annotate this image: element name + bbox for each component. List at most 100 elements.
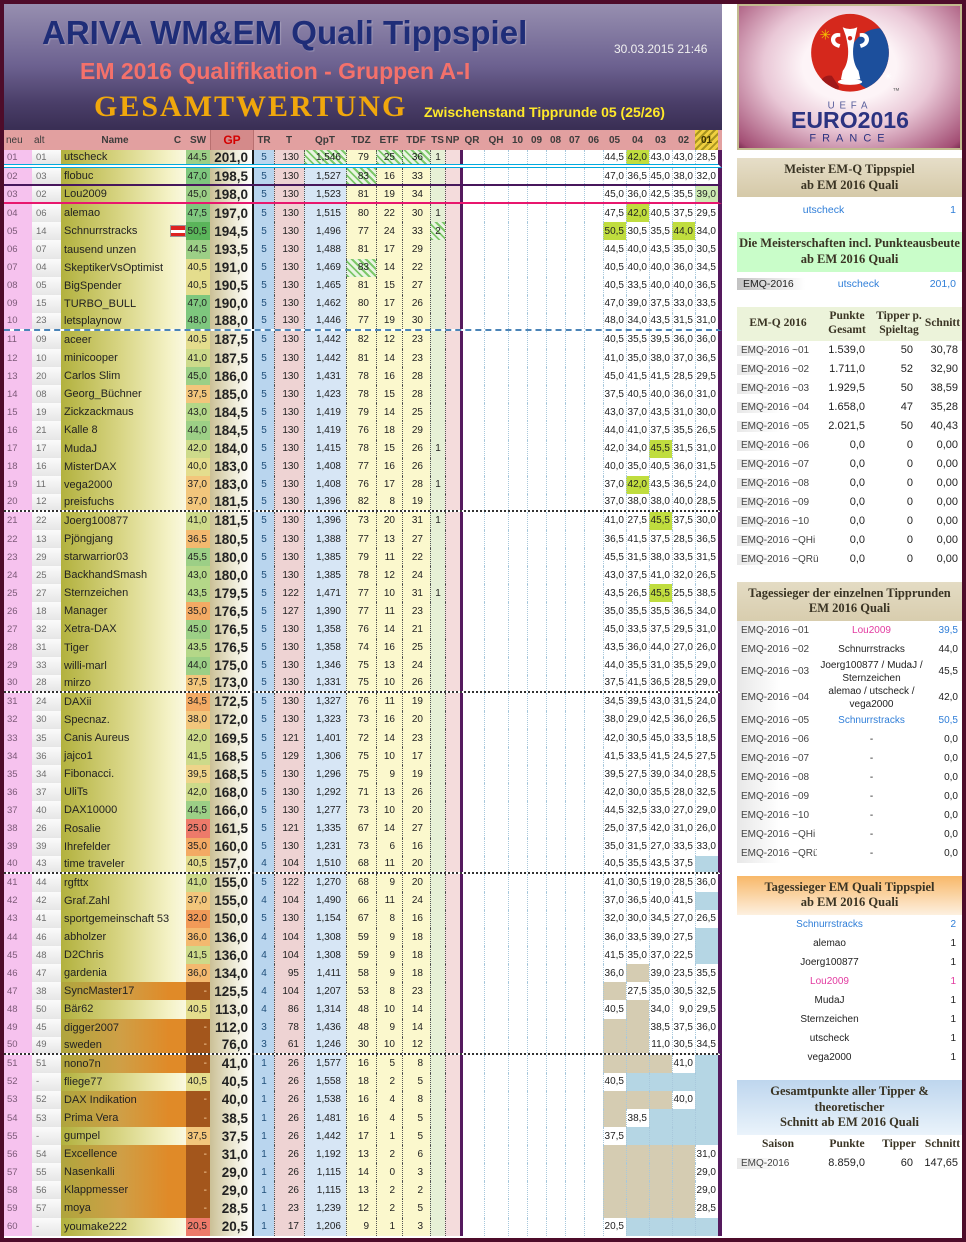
country-cell xyxy=(169,457,186,476)
round-score: 35,5 xyxy=(626,330,649,350)
empty-cell xyxy=(508,710,527,729)
empty-cell xyxy=(546,548,565,567)
empty-cell xyxy=(584,258,603,277)
empty-cell xyxy=(565,1199,584,1218)
empty-cell xyxy=(484,186,508,203)
empty-cell xyxy=(484,493,508,510)
tr-value: 5 xyxy=(254,729,274,748)
round-missed-cell xyxy=(603,1145,626,1164)
country-cell xyxy=(169,168,186,185)
round-score: 33,5 xyxy=(626,620,649,639)
ts-value xyxy=(430,1036,445,1053)
round-score: 43,5 xyxy=(603,638,626,657)
empty-cell xyxy=(460,204,484,223)
tdz-value: 79 xyxy=(346,548,376,567)
empty-cell xyxy=(484,1145,508,1164)
season-tippers: 60 xyxy=(900,1157,913,1170)
country-cell xyxy=(169,403,186,422)
ts-value xyxy=(430,674,445,691)
etf-value: 16 xyxy=(376,168,402,185)
empty-cell xyxy=(584,891,603,910)
empty-cell xyxy=(460,1127,484,1146)
rank-new: 05 xyxy=(4,222,32,241)
panel-rounds: EM-Q 2016 Punkte Gesamt Tipper p. Spieltag… xyxy=(737,306,962,569)
t-value: 26 xyxy=(274,1090,304,1109)
etf-value: 8 xyxy=(376,982,402,1001)
empty-cell xyxy=(565,1054,584,1073)
empty-cell xyxy=(484,168,508,185)
round-score: 30,0 xyxy=(695,511,718,530)
empty-cell xyxy=(508,674,527,691)
table-row: 19 11 vega2000 37,0 183,0 5 130 1,408 76 17 28 1 37,… xyxy=(4,475,722,494)
empty-cell xyxy=(508,1181,527,1200)
empty-cell xyxy=(565,656,584,675)
country-cell xyxy=(169,150,186,165)
table-row: 22 13 Pjöngjang 36,5 180,5 5 130 1,388 77 13 27 36,… xyxy=(4,529,722,549)
empty-cell xyxy=(484,1072,508,1091)
ts-value: 1 xyxy=(430,584,445,603)
etf-value: 15 xyxy=(376,276,402,295)
round-score: 34,0 xyxy=(626,312,649,329)
tagessieger-runden-row: EMQ-2016 ~05 Schnurrstracks 50,5 xyxy=(737,710,962,730)
rank-new: 08 xyxy=(4,276,32,295)
round-average: 0,00 xyxy=(936,477,958,489)
empty-cell xyxy=(508,765,527,784)
empty-cell xyxy=(460,638,484,657)
round-score: 39,0 xyxy=(649,928,672,947)
winner-name: utscheck xyxy=(809,1033,850,1044)
player-name: Specnaz. xyxy=(61,710,169,729)
tagessieger-runden-row: EMQ-2016 ~02 Schnurrstracks 44,0 xyxy=(737,639,962,659)
empty-cell xyxy=(508,747,527,766)
round-average: 0,00 xyxy=(936,439,958,451)
round-points: 0,0 xyxy=(849,496,865,508)
content: ARIVA WM&EM Quali Tippspiel 30.03.2015 2… xyxy=(4,4,962,1238)
round-average: 0,00 xyxy=(936,534,958,546)
round-score: 28,0 xyxy=(672,783,695,802)
total-points: 198,5 xyxy=(210,168,254,185)
tagessieger-runden-row: EMQ-2016 ~09-0,0 xyxy=(737,786,962,806)
rank-new: 32 xyxy=(4,710,32,729)
rank-old: 56 xyxy=(32,1181,61,1200)
round-score: 30,5 xyxy=(695,240,718,259)
np-value xyxy=(445,638,460,657)
rank-old: 08 xyxy=(32,385,61,404)
round-missed-cell xyxy=(626,1036,649,1053)
rank-new: 33 xyxy=(4,729,32,748)
ts-value xyxy=(430,421,445,440)
round-score: 43,5 xyxy=(649,475,672,494)
qpt-value: 1,231 xyxy=(304,837,346,856)
winner-name: alemao xyxy=(813,938,846,949)
tr-value: 4 xyxy=(254,928,274,947)
round-na-cell xyxy=(695,1127,718,1146)
round-score: 40,5 xyxy=(603,276,626,295)
country-cell xyxy=(169,294,186,313)
empty-cell xyxy=(484,258,508,277)
round-score: 27,5 xyxy=(695,747,718,766)
round-tippers: 52 xyxy=(900,363,913,375)
tr-value: 1 xyxy=(254,1090,274,1109)
tr-value: 5 xyxy=(254,765,274,784)
empty-cell xyxy=(565,150,584,165)
tagessieger-runden-row: EMQ-2016 ~06-0,0 xyxy=(737,729,962,749)
rank-new: 15 xyxy=(4,403,32,422)
player-name: Ihrefelder xyxy=(61,837,169,856)
round-missed-cell xyxy=(603,1163,626,1182)
round-average: 0,00 xyxy=(936,458,958,470)
total-points: 76,0 xyxy=(210,1036,254,1053)
tagessieger-runden-row: EMQ-2016 ~10-0,0 xyxy=(737,805,962,825)
tdz-value: 13 xyxy=(346,1181,376,1200)
day-winner-points: 0,0 xyxy=(944,771,958,783)
player-name: Excellence xyxy=(61,1145,169,1164)
sw-value: 44,5 xyxy=(186,801,210,820)
tr-value: 4 xyxy=(254,982,274,1001)
table-row: 34 36 jajco1 41,5 168,5 5 129 1,306 75 10 17 41,5 33… xyxy=(4,747,722,766)
empty-cell xyxy=(527,385,546,404)
round-score: 27,5 xyxy=(626,511,649,530)
round-score: 24,0 xyxy=(695,692,718,711)
section-title: GESAMTWERTUNG xyxy=(94,90,408,123)
empty-cell xyxy=(484,964,508,983)
tdf-value: 29 xyxy=(402,421,430,440)
empty-cell xyxy=(584,475,603,494)
empty-cell xyxy=(508,638,527,657)
table-row: 59 57 moya -28,5 1 23 1,239 12 2 5 28,5 xyxy=(4,1199,722,1218)
